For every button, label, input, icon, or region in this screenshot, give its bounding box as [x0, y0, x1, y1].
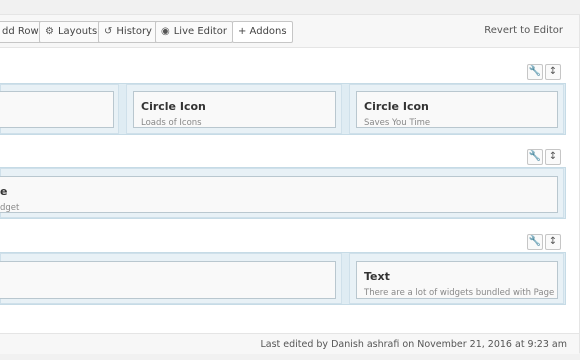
widget-card[interactable]: [0, 91, 114, 128]
row-cell: Text There are a lot of widgets bundled …: [349, 253, 564, 304]
history-icon: ↺: [104, 26, 113, 37]
live-editor-button[interactable]: ◉ Live Editor: [155, 21, 233, 43]
row-cell: [0, 253, 342, 304]
widget-card[interactable]: Text There are a lot of widgets bundled …: [356, 261, 558, 299]
live-editor-label: Live Editor: [173, 26, 227, 37]
addons-button[interactable]: + Addons: [232, 21, 293, 43]
row-cell: Circle Icon Saves You Time: [349, 84, 564, 134]
addons-label: + Addons: [238, 26, 287, 37]
widget-description: Loads of Icons: [141, 118, 202, 128]
add-row-label: dd Row: [2, 26, 39, 37]
widget-card[interactable]: e dget: [0, 176, 558, 213]
eye-icon: ◉: [161, 26, 170, 37]
builder-row: e dget: [0, 167, 566, 219]
history-label: History: [116, 26, 152, 37]
row-edit-wrench-icon[interactable]: 🔧: [527, 149, 543, 165]
widget-title: e: [0, 185, 8, 198]
history-button[interactable]: ↺ History: [98, 21, 158, 43]
last-edited-text: Last edited by Danish ashrafi on Novembe…: [260, 339, 567, 350]
builder-row: Circle Icon Loads of Icons Circle Icon S…: [0, 83, 566, 135]
layouts-button[interactable]: ⚙ Layouts: [39, 21, 104, 43]
row-move-icon[interactable]: ↕: [545, 149, 561, 165]
status-footer: Last edited by Danish ashrafi on Novembe…: [0, 333, 579, 354]
widget-description: There are a lot of widgets bundled with …: [364, 288, 555, 298]
row-edit-wrench-icon[interactable]: 🔧: [527, 64, 543, 80]
row-move-icon[interactable]: ↕: [545, 64, 561, 80]
page-builder-panel: dd Row ⚙ Layouts ↺ History ◉ Live Editor…: [0, 14, 580, 354]
revert-to-editor-link[interactable]: Revert to Editor: [484, 25, 563, 36]
add-row-button[interactable]: dd Row: [0, 21, 45, 43]
builder-toolbar: dd Row ⚙ Layouts ↺ History ◉ Live Editor…: [0, 15, 579, 48]
widget-card[interactable]: [0, 261, 336, 299]
layouts-label: Layouts: [57, 26, 98, 37]
widget-description: dget: [0, 203, 20, 213]
widget-card[interactable]: Circle Icon Loads of Icons: [133, 91, 336, 128]
row-cell: e dget: [0, 168, 564, 218]
widget-description: Saves You Time: [364, 118, 431, 128]
row-cell: [0, 84, 119, 134]
layouts-icon: ⚙: [45, 26, 54, 37]
widget-title: Text: [364, 270, 390, 283]
row-cell: Circle Icon Loads of Icons: [126, 84, 342, 134]
widget-title: Circle Icon: [141, 100, 206, 113]
row-edit-wrench-icon[interactable]: 🔧: [527, 234, 543, 250]
widget-title: Circle Icon: [364, 100, 429, 113]
row-move-icon[interactable]: ↕: [545, 234, 561, 250]
builder-row: Text There are a lot of widgets bundled …: [0, 252, 566, 305]
widget-card[interactable]: Circle Icon Saves You Time: [356, 91, 558, 128]
